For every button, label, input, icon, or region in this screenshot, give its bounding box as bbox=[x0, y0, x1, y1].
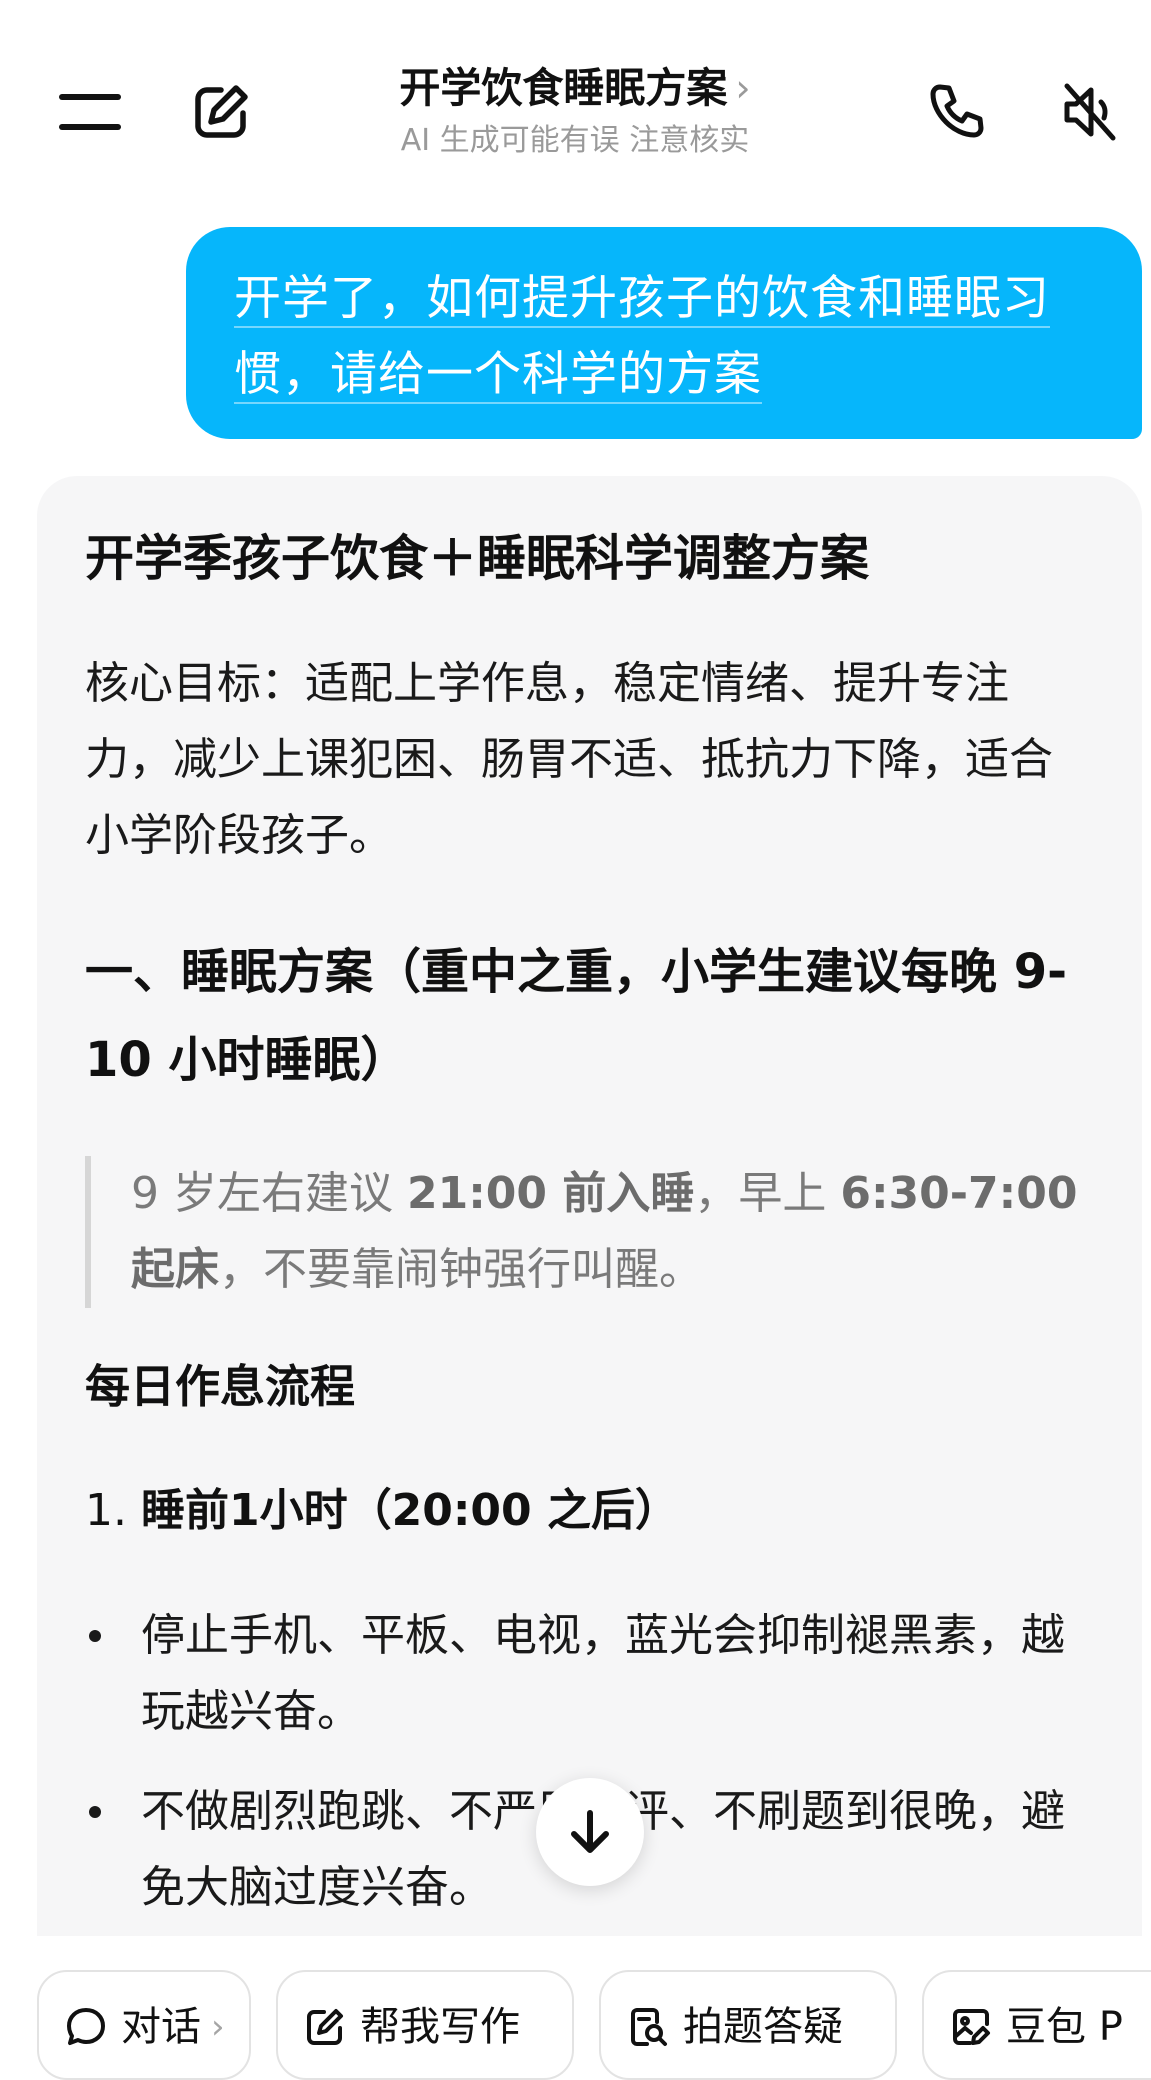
speaker-mute-icon bbox=[1064, 83, 1116, 141]
arrow-down-icon bbox=[571, 1810, 609, 1853]
mute-button[interactable] bbox=[1044, 67, 1134, 157]
chat-mode-chip[interactable]: 对话 › bbox=[37, 1970, 251, 2080]
chip-label: 拍题答疑 bbox=[683, 2004, 843, 2050]
scroll-to-bottom-button[interactable] bbox=[536, 1778, 644, 1886]
doubao-p-chip[interactable]: 豆包 P bbox=[922, 1970, 1151, 2080]
quote-text-3: ，不要靠闹钟强行叫醒。 bbox=[219, 1244, 703, 1295]
conversation-title[interactable]: 开学饮食睡眠方案 › bbox=[399, 60, 750, 116]
chat-bubble-icon bbox=[67, 2008, 105, 2045]
chip-label: 帮我写作 bbox=[360, 2004, 520, 2050]
user-message-bubble[interactable]: 开学了，如何提升孩子的饮食和睡眠习 惯，请给一个科学的方案 bbox=[186, 227, 1142, 439]
quick-action-bar: 对话 › 帮我写作 拍题答疑 豆包 P bbox=[0, 1936, 1151, 2080]
phone-icon bbox=[930, 84, 984, 138]
response-title: 开学季孩子饮食＋睡眠科学调整方案 bbox=[85, 530, 870, 587]
bullet-dot bbox=[89, 1630, 101, 1642]
help-me-write-chip[interactable]: 帮我写作 bbox=[276, 1970, 574, 2080]
user-message-line-2: 惯，请给一个科学的方案 bbox=[234, 347, 762, 404]
chip-label: 对话 bbox=[121, 2004, 201, 2050]
photo-question-chip[interactable]: 拍题答疑 bbox=[599, 1970, 897, 2080]
quote-bedtime: 21:00 前入睡 bbox=[406, 1168, 695, 1219]
new-chat-button[interactable] bbox=[176, 67, 266, 157]
edit-icon bbox=[307, 2009, 343, 2045]
conversation-title-text: 开学饮食睡眠方案 bbox=[399, 64, 728, 112]
user-message-line-1: 开学了，如何提升孩子的饮食和睡眠习 bbox=[234, 271, 1050, 328]
step-title: 睡前1小时（20:00 之后） bbox=[140, 1485, 679, 1536]
quote-text-1: 9 岁左右建议 bbox=[131, 1168, 407, 1219]
core-goal-paragraph: 核心目标：适配上学作息，稳定情绪、提升专注力，减少上课犯困、肠胃不适、抵抗力下降… bbox=[85, 658, 1053, 861]
menu-icon bbox=[59, 94, 121, 130]
list-item-text: 停止手机、平板、电视，蓝光会抑制褪黑素，越玩越兴奋。 bbox=[141, 1610, 1065, 1737]
ai-response-card: 开学季孩子饮食＋睡眠科学调整方案 核心目标：适配上学作息，稳定情绪、提升专注力，… bbox=[37, 476, 1142, 1936]
voice-call-button[interactable] bbox=[911, 67, 1001, 157]
chevron-right-icon: › bbox=[211, 2007, 225, 2047]
chip-label: 豆包 P bbox=[1006, 2004, 1123, 2050]
chevron-right-icon: › bbox=[735, 66, 751, 110]
user-message-text: 开学了，如何提升孩子的饮食和睡眠习 惯，请给一个科学的方案 bbox=[234, 261, 1102, 413]
sleep-section-heading: 一、睡眠方案（重中之重，小学生建议每晚 9-10 小时睡眠） bbox=[85, 944, 1068, 1088]
step-number: 1. bbox=[85, 1485, 127, 1536]
bullet-dot bbox=[89, 1806, 101, 1818]
routine-step-1: 1. 睡前1小时（20:00 之后） bbox=[85, 1476, 679, 1546]
top-bar: 开学饮食睡眠方案 › AI 生成可能有误 注意核实 bbox=[0, 0, 1151, 210]
daily-routine-heading: 每日作息流程 bbox=[85, 1360, 356, 1413]
quote-text-2: ，早上 bbox=[694, 1168, 841, 1219]
ai-disclaimer: AI 生成可能有误 注意核实 bbox=[400, 123, 750, 158]
list-item: 停止手机、平板、电视，蓝光会抑制褪黑素，越玩越兴奋。 bbox=[85, 1598, 1095, 1750]
menu-button[interactable] bbox=[45, 67, 135, 157]
sleep-recommendation-quote: 9 岁左右建议 21:00 前入睡，早上 6:30-7:00 起床，不要靠闹钟强… bbox=[85, 1156, 1085, 1308]
compose-icon bbox=[195, 85, 248, 138]
conversation-title-area[interactable]: 开学饮食睡眠方案 › AI 生成可能有误 注意核实 bbox=[340, 60, 810, 162]
image-edit-icon bbox=[953, 2009, 990, 2045]
document-search-icon bbox=[631, 2008, 667, 2046]
